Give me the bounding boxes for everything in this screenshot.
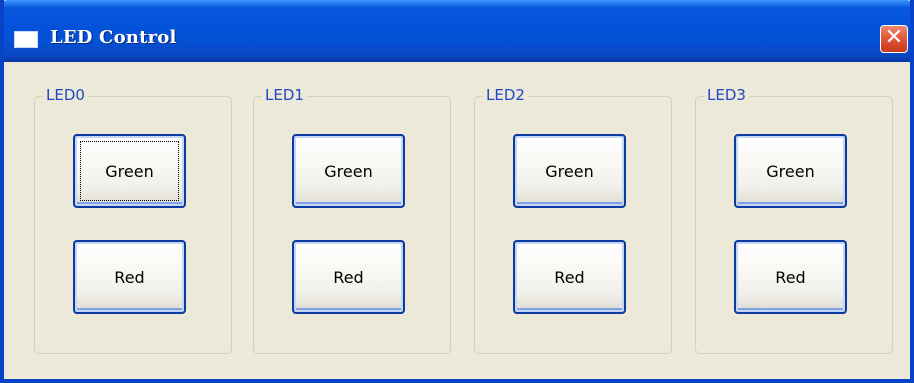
led0-green-button[interactable]: Green <box>73 134 186 208</box>
group-label-led3: LED3 <box>704 85 749 105</box>
groupbox-led1: LED1 Green Red <box>253 85 451 354</box>
close-icon: ✕ <box>884 25 904 50</box>
groupbox-led2: LED2 Green Red <box>474 85 672 354</box>
led1-green-button[interactable]: Green <box>292 134 405 208</box>
led2-red-button[interactable]: Red <box>513 240 626 314</box>
group-label-led2: LED2 <box>483 85 528 105</box>
led1-red-button[interactable]: Red <box>292 240 405 314</box>
led3-green-button[interactable]: Green <box>734 134 847 208</box>
window-title: LED Control <box>50 27 177 48</box>
group-label-led0: LED0 <box>43 85 88 105</box>
close-button[interactable]: ✕ <box>880 25 908 53</box>
led0-red-button[interactable]: Red <box>73 240 186 314</box>
title-bar[interactable]: LED Control ✕ <box>4 0 910 62</box>
led-control-window: LED Control ✕ LED0 Green Red LED1 Green … <box>0 0 914 383</box>
led2-green-button[interactable]: Green <box>513 134 626 208</box>
groupbox-led0: LED0 Green Red <box>34 85 232 354</box>
led3-red-button[interactable]: Red <box>734 240 847 314</box>
window-icon <box>14 31 38 48</box>
groupbox-led3: LED3 Green Red <box>695 85 893 354</box>
group-label-led1: LED1 <box>262 85 307 105</box>
